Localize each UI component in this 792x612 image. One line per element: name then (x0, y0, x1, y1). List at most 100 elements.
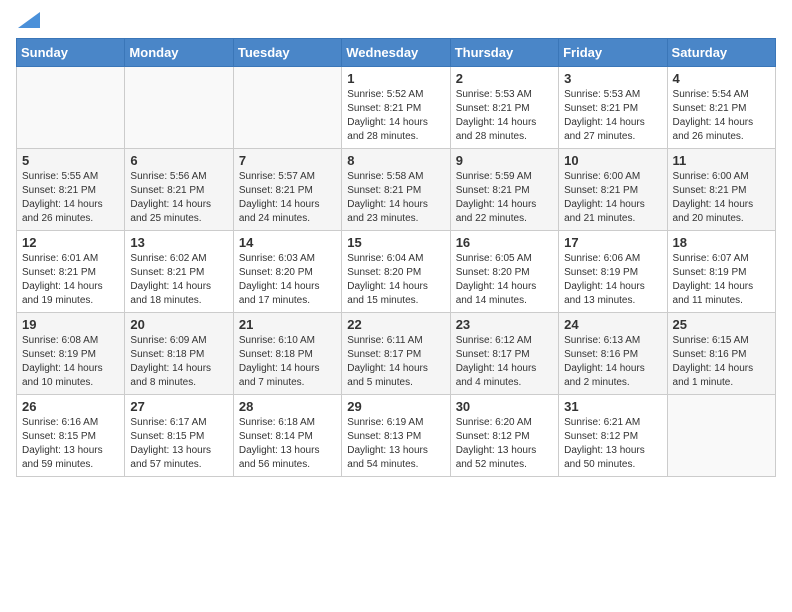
day-info: Sunrise: 6:11 AM Sunset: 8:17 PM Dayligh… (347, 334, 444, 390)
calendar-cell: 29 Sunrise: 6:19 AM Sunset: 8:13 PM Dayli… (342, 395, 450, 477)
day-info: Sunrise: 6:16 AM Sunset: 8:15 PM Dayligh… (22, 416, 119, 472)
day-number: 4 (673, 71, 770, 86)
calendar-cell: 31 Sunrise: 6:21 AM Sunset: 8:12 PM Dayli… (559, 395, 667, 477)
weekday-header: Sunday (17, 39, 125, 67)
day-number: 1 (347, 71, 444, 86)
day-number: 8 (347, 153, 444, 168)
day-number: 28 (239, 399, 336, 414)
day-info: Sunrise: 5:52 AM Sunset: 8:21 PM Dayligh… (347, 88, 444, 144)
calendar-cell: 27 Sunrise: 6:17 AM Sunset: 8:15 PM Dayli… (125, 395, 233, 477)
day-number: 6 (130, 153, 227, 168)
day-number: 26 (22, 399, 119, 414)
calendar-cell: 28 Sunrise: 6:18 AM Sunset: 8:14 PM Dayli… (233, 395, 341, 477)
calendar-cell: 30 Sunrise: 6:20 AM Sunset: 8:12 PM Dayli… (450, 395, 558, 477)
day-number: 10 (564, 153, 661, 168)
calendar-cell: 3Sunrise: 5:53 AM Sunset: 8:21 PM Daylig… (559, 67, 667, 149)
day-number: 11 (673, 153, 770, 168)
day-number: 21 (239, 317, 336, 332)
logo-icon (18, 12, 40, 28)
weekday-header: Wednesday (342, 39, 450, 67)
calendar-week-row: 19 Sunrise: 6:08 AM Sunset: 8:19 PM Dayli… (17, 313, 776, 395)
weekday-header: Saturday (667, 39, 775, 67)
calendar-cell: 4 Sunrise: 5:54 AM Sunset: 8:21 PM Daylig… (667, 67, 775, 149)
day-number: 12 (22, 235, 119, 250)
day-info: Sunrise: 6:17 AM Sunset: 8:15 PM Dayligh… (130, 416, 227, 472)
calendar-cell: 26 Sunrise: 6:16 AM Sunset: 8:15 PM Dayli… (17, 395, 125, 477)
calendar-cell: 18Sunrise: 6:07 AM Sunset: 8:19 PM Dayli… (667, 231, 775, 313)
day-number: 7 (239, 153, 336, 168)
day-info: Sunrise: 5:57 AM Sunset: 8:21 PM Dayligh… (239, 170, 336, 226)
weekday-header: Thursday (450, 39, 558, 67)
calendar-cell: 15 Sunrise: 6:04 AM Sunset: 8:20 PM Dayli… (342, 231, 450, 313)
day-number: 13 (130, 235, 227, 250)
day-info: Sunrise: 5:53 AM Sunset: 8:21 PM Dayligh… (456, 88, 553, 144)
calendar-cell: 16 Sunrise: 6:05 AM Sunset: 8:20 PM Dayli… (450, 231, 558, 313)
day-info: Sunrise: 6:09 AM Sunset: 8:18 PM Dayligh… (130, 334, 227, 390)
weekday-header: Friday (559, 39, 667, 67)
day-info: Sunrise: 5:55 AM Sunset: 8:21 PM Dayligh… (22, 170, 119, 226)
day-info: Sunrise: 5:54 AM Sunset: 8:21 PM Dayligh… (673, 88, 770, 144)
calendar-cell: 21 Sunrise: 6:10 AM Sunset: 8:18 PM Dayli… (233, 313, 341, 395)
day-info: Sunrise: 6:12 AM Sunset: 8:17 PM Dayligh… (456, 334, 553, 390)
day-info: Sunrise: 6:03 AM Sunset: 8:20 PM Dayligh… (239, 252, 336, 308)
calendar-cell: 9 Sunrise: 5:59 AM Sunset: 8:21 PM Daylig… (450, 149, 558, 231)
day-number: 24 (564, 317, 661, 332)
calendar-cell: 17 Sunrise: 6:06 AM Sunset: 8:19 PM Dayli… (559, 231, 667, 313)
day-number: 25 (673, 317, 770, 332)
day-info: Sunrise: 6:10 AM Sunset: 8:18 PM Dayligh… (239, 334, 336, 390)
day-number: 23 (456, 317, 553, 332)
day-info: Sunrise: 6:15 AM Sunset: 8:16 PM Dayligh… (673, 334, 770, 390)
calendar-cell: 23 Sunrise: 6:12 AM Sunset: 8:17 PM Dayli… (450, 313, 558, 395)
day-info: Sunrise: 6:06 AM Sunset: 8:19 PM Dayligh… (564, 252, 661, 308)
weekday-header: Tuesday (233, 39, 341, 67)
day-info: Sunrise: 6:21 AM Sunset: 8:12 PM Dayligh… (564, 416, 661, 472)
page-header (16, 16, 776, 28)
calendar-cell (125, 67, 233, 149)
calendar-cell (233, 67, 341, 149)
calendar-table: SundayMondayTuesdayWednesdayThursdayFrid… (16, 38, 776, 477)
day-info: Sunrise: 6:20 AM Sunset: 8:12 PM Dayligh… (456, 416, 553, 472)
day-info: Sunrise: 5:59 AM Sunset: 8:21 PM Dayligh… (456, 170, 553, 226)
day-info: Sunrise: 6:13 AM Sunset: 8:16 PM Dayligh… (564, 334, 661, 390)
calendar-cell: 2 Sunrise: 5:53 AM Sunset: 8:21 PM Daylig… (450, 67, 558, 149)
day-info: Sunrise: 6:00 AM Sunset: 8:21 PM Dayligh… (564, 170, 661, 226)
day-info: Sunrise: 6:05 AM Sunset: 8:20 PM Dayligh… (456, 252, 553, 308)
calendar-cell: 13 Sunrise: 6:02 AM Sunset: 8:21 PM Dayli… (125, 231, 233, 313)
day-number: 22 (347, 317, 444, 332)
day-number: 5 (22, 153, 119, 168)
calendar-cell (667, 395, 775, 477)
day-number: 16 (456, 235, 553, 250)
calendar-cell: 1 Sunrise: 5:52 AM Sunset: 8:21 PM Daylig… (342, 67, 450, 149)
calendar-cell: 25 Sunrise: 6:15 AM Sunset: 8:16 PM Dayli… (667, 313, 775, 395)
calendar-body: 1 Sunrise: 5:52 AM Sunset: 8:21 PM Daylig… (17, 67, 776, 477)
day-number: 27 (130, 399, 227, 414)
day-info: Sunrise: 6:18 AM Sunset: 8:14 PM Dayligh… (239, 416, 336, 472)
day-info: Sunrise: 6:04 AM Sunset: 8:20 PM Dayligh… (347, 252, 444, 308)
calendar-week-row: 1 Sunrise: 5:52 AM Sunset: 8:21 PM Daylig… (17, 67, 776, 149)
day-number: 14 (239, 235, 336, 250)
day-number: 18 (673, 235, 770, 250)
calendar-cell: 11Sunrise: 6:00 AM Sunset: 8:21 PM Dayli… (667, 149, 775, 231)
calendar-cell: 5 Sunrise: 5:55 AM Sunset: 8:21 PM Daylig… (17, 149, 125, 231)
day-number: 2 (456, 71, 553, 86)
day-info: Sunrise: 6:08 AM Sunset: 8:19 PM Dayligh… (22, 334, 119, 390)
calendar-cell: 10 Sunrise: 6:00 AM Sunset: 8:21 PM Dayli… (559, 149, 667, 231)
calendar-week-row: 26 Sunrise: 6:16 AM Sunset: 8:15 PM Dayli… (17, 395, 776, 477)
day-number: 9 (456, 153, 553, 168)
day-info: Sunrise: 6:19 AM Sunset: 8:13 PM Dayligh… (347, 416, 444, 472)
day-number: 17 (564, 235, 661, 250)
calendar-cell: 12 Sunrise: 6:01 AM Sunset: 8:21 PM Dayli… (17, 231, 125, 313)
day-number: 29 (347, 399, 444, 414)
calendar-cell: 6 Sunrise: 5:56 AM Sunset: 8:21 PM Daylig… (125, 149, 233, 231)
day-number: 19 (22, 317, 119, 332)
day-number: 30 (456, 399, 553, 414)
day-info: Sunrise: 6:01 AM Sunset: 8:21 PM Dayligh… (22, 252, 119, 308)
day-number: 20 (130, 317, 227, 332)
day-number: 15 (347, 235, 444, 250)
calendar-cell: 8Sunrise: 5:58 AM Sunset: 8:21 PM Daylig… (342, 149, 450, 231)
calendar-cell: 19 Sunrise: 6:08 AM Sunset: 8:19 PM Dayli… (17, 313, 125, 395)
day-number: 31 (564, 399, 661, 414)
day-info: Sunrise: 6:02 AM Sunset: 8:21 PM Dayligh… (130, 252, 227, 308)
day-info: Sunrise: 5:56 AM Sunset: 8:21 PM Dayligh… (130, 170, 227, 226)
day-info: Sunrise: 5:53 AM Sunset: 8:21 PM Dayligh… (564, 88, 661, 144)
